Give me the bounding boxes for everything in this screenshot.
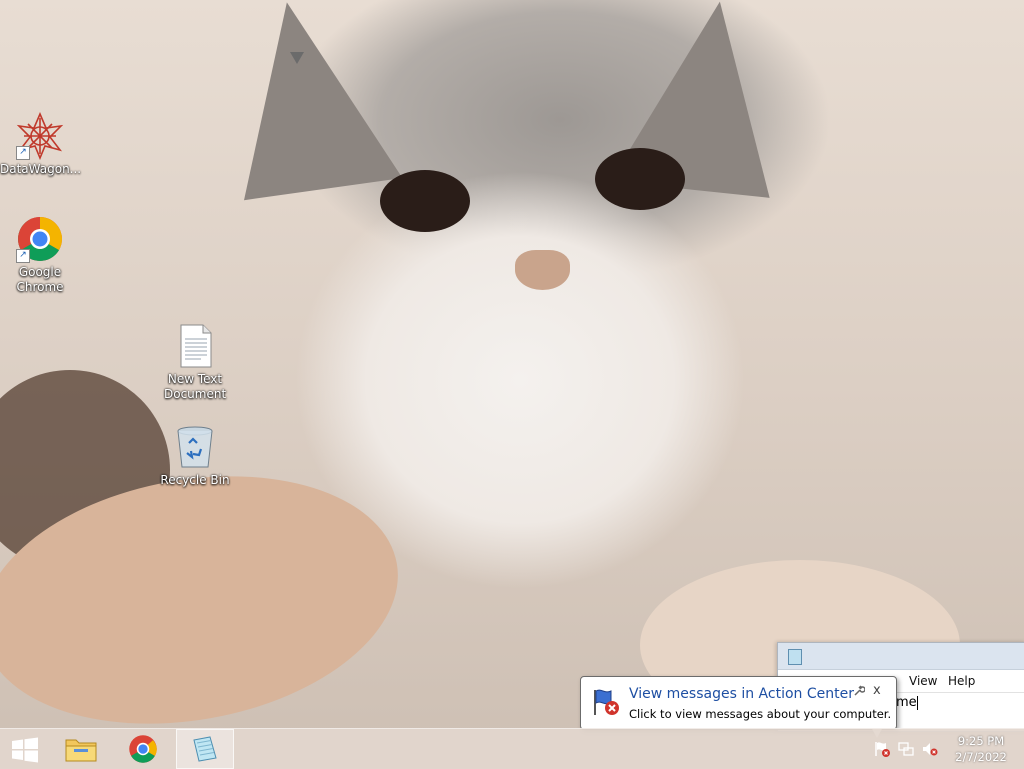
menu-view[interactable]: View xyxy=(909,674,937,688)
text-caret xyxy=(916,695,918,710)
wallpaper-cat-nose xyxy=(515,250,570,290)
desktop-icon-new-text-document[interactable]: New Text Document xyxy=(155,322,235,402)
taskbar-chrome[interactable] xyxy=(114,729,172,769)
desktop-icon-label: DataWagon... xyxy=(0,162,82,176)
desktop-icon-label: Google Chrome xyxy=(16,265,64,294)
recycle-bin-icon xyxy=(171,423,219,471)
wallpaper-cat-eye-right xyxy=(595,148,685,210)
notification-title[interactable]: View messages in Action Center xyxy=(629,686,854,702)
taskbar-notepad[interactable] xyxy=(176,729,234,769)
notepad-icon xyxy=(193,736,217,762)
clock-time: 9:25 PM xyxy=(957,734,1005,748)
desktop-icon-label: New Text Document xyxy=(164,372,227,401)
menu-help[interactable]: Help xyxy=(948,674,975,688)
action-center-flag-icon[interactable] xyxy=(874,741,890,757)
file-explorer-icon xyxy=(65,739,97,762)
volume-muted-icon[interactable] xyxy=(922,741,938,757)
chrome-icon xyxy=(129,735,157,763)
wallpaper-cat-ear-left xyxy=(217,0,403,201)
shortcut-arrow-icon: ↗ xyxy=(16,249,30,263)
desktop-icon-datawagon[interactable]: ↗ DataWagon... xyxy=(0,111,82,177)
shortcut-arrow-icon: ↗ xyxy=(16,146,30,160)
text-document-icon xyxy=(171,322,219,370)
taskbar-file-explorer[interactable] xyxy=(52,729,110,769)
desktop-icon-label: Recycle Bin xyxy=(160,473,230,487)
chrome-icon: ↗ xyxy=(16,215,64,263)
notification-close-button[interactable]: x xyxy=(873,683,881,698)
notepad-icon xyxy=(788,649,802,665)
wrench-icon[interactable] xyxy=(853,685,866,700)
taskbar-clock[interactable]: 9:25 PM 2/7/2022 xyxy=(948,733,1014,765)
network-icon[interactable] xyxy=(898,741,914,757)
datawagon-icon: ↗ xyxy=(16,111,64,161)
notification-tail xyxy=(290,52,304,64)
clock-date: 2/7/2022 xyxy=(955,750,1007,764)
desktop-icon-google-chrome[interactable]: ↗ Google Chrome xyxy=(0,215,80,295)
start-button[interactable] xyxy=(0,729,50,769)
notification-body: Click to view messages about your comput… xyxy=(629,707,892,721)
windows-logo-icon xyxy=(12,737,38,763)
taskbar: 9:25 PM 2/7/2022 xyxy=(0,728,1024,769)
desktop-icon-recycle-bin[interactable]: Recycle Bin xyxy=(155,423,235,488)
action-center-flag-icon xyxy=(591,687,621,717)
action-center-notification[interactable]: View messages in Action Center Click to … xyxy=(580,676,897,730)
notepad-title-bar[interactable] xyxy=(778,643,1024,670)
wallpaper-cat-eye-left xyxy=(380,170,470,232)
